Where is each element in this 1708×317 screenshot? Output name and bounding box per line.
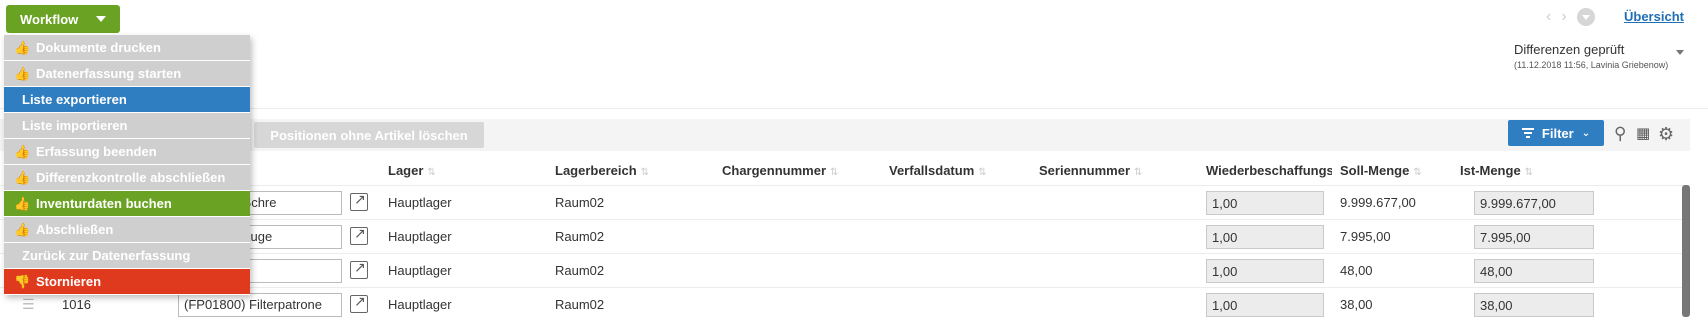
lagerbereich-cell: Raum02 — [555, 229, 605, 244]
lagerbereich-cell: Raum02 — [555, 195, 605, 210]
menu-item-stornieren[interactable]: 👎 Stornieren — [4, 269, 250, 295]
lager-cell: Hauptlager — [388, 263, 452, 278]
sort-icon: ⇅ — [830, 167, 839, 178]
lager-cell: Hauptlager — [388, 297, 452, 312]
menu-item-datenerfassung-starten[interactable]: 👍 Datenerfassung starten — [4, 61, 250, 87]
row-number: 1016 — [62, 297, 91, 312]
sort-icon: ⇅ — [978, 167, 987, 178]
wiederbeschaffung-field[interactable]: 1,00 — [1206, 191, 1324, 215]
gear-icon[interactable]: ⚙ — [1658, 124, 1674, 145]
column-header[interactable]: Wiederbeschaffungs — [1206, 163, 1332, 178]
menu-item-zurueck-datenerfassung[interactable]: Zurück zur Datenerfassung — [4, 243, 250, 269]
layers-icon: ☰ — [22, 296, 35, 312]
menu-item-dokumente-drucken[interactable]: 👍 Dokumente drucken — [4, 35, 250, 61]
soll-menge-cell: 7.995,00 — [1340, 229, 1391, 244]
ist-menge-field[interactable]: 38,00 — [1474, 293, 1594, 317]
sort-icon: ⇅ — [1413, 167, 1422, 178]
table-header: Lager ⇅ Lagerbereich ⇅ Chargennummer ⇅ Verf… — [0, 155, 1690, 185]
menu-item-inventurdaten-buchen[interactable]: 👍 Inventurdaten buchen — [4, 191, 250, 217]
overview-link[interactable]: Übersicht — [1624, 9, 1684, 24]
lagerbereich-cell: Raum02 — [555, 297, 605, 312]
workflow-menu: 👍 Dokumente drucken 👍 Datenerfassung start… — [4, 35, 250, 295]
thumbs-up-icon: 👍 — [14, 65, 31, 81]
vertical-scrollbar[interactable] — [1682, 185, 1690, 317]
soll-menge-cell: 48,00 — [1340, 263, 1373, 278]
ist-menge-field[interactable]: 48,00 — [1474, 259, 1594, 283]
status-dropdown[interactable]: Differenzen geprüft (11.12.2018 11:56, L… — [1514, 42, 1668, 70]
sort-icon: ⇅ — [427, 167, 436, 178]
thumbs-down-icon: 👎 — [14, 273, 31, 289]
column-header[interactable]: Lagerbereich ⇅ — [555, 163, 649, 178]
table-row: ☰ 1016 (FP01800) Filterpatrone Hauptlage… — [0, 287, 1690, 317]
column-header[interactable]: Verfallsdatum ⇅ — [889, 163, 987, 178]
thumbs-up-icon: 👍 — [14, 221, 31, 237]
next-record-icon[interactable]: › — [1561, 8, 1566, 26]
sort-icon: ⇅ — [1524, 167, 1534, 178]
open-external-icon[interactable] — [350, 259, 368, 279]
previous-record-icon[interactable]: ‹ — [1546, 8, 1551, 26]
sort-icon: ⇅ — [640, 167, 650, 178]
record-navigation: ‹ › — [1546, 8, 1595, 26]
table-row: Butter01 Hauptlager Raum02 1,00 48,00 48… — [0, 253, 1690, 287]
thumbs-up-icon: 👍 — [14, 143, 31, 159]
filter-icon — [1521, 128, 1534, 138]
lagerbereich-cell: Raum02 — [555, 263, 605, 278]
excel-export-icon[interactable]: ▦ — [1636, 124, 1650, 142]
open-external-icon[interactable] — [350, 191, 368, 211]
menu-item-liste-importieren[interactable]: Liste importieren — [4, 113, 250, 139]
menu-item-differenzkontrolle[interactable]: 👍 Differenzkontrolle abschließen — [4, 165, 250, 191]
menu-item-liste-exportieren[interactable]: Liste exportieren — [4, 87, 250, 113]
column-header[interactable]: Chargennummer ⇅ — [722, 163, 838, 178]
column-header[interactable]: Lager ⇅ — [388, 163, 436, 178]
soll-menge-cell: 38,00 — [1340, 297, 1373, 312]
wiederbeschaffung-field[interactable]: 1,00 — [1206, 225, 1324, 249]
thumbs-up-icon: 👍 — [14, 39, 31, 55]
chevron-down-icon — [96, 16, 107, 22]
filter-button[interactable]: Filter ⌄ — [1508, 120, 1604, 146]
thumbs-up-icon: 👍 — [14, 169, 31, 185]
record-dropdown-icon[interactable] — [1576, 8, 1595, 26]
divider — [0, 108, 1708, 109]
chevron-down-icon: ⌄ — [1581, 127, 1591, 139]
menu-item-erfassung-beenden[interactable]: 👍 Erfassung beenden — [4, 139, 250, 165]
column-header[interactable]: Soll-Menge ⇅ — [1340, 163, 1422, 178]
sort-icon: ⇅ — [1134, 167, 1143, 178]
thumbs-up-icon: 👍 — [14, 195, 31, 211]
status-meta: (11.12.2018 11:56, Lavinia Griebenow) — [1514, 60, 1669, 70]
menu-item-abschliessen[interactable]: 👍 Abschließen — [4, 217, 250, 243]
open-external-icon[interactable] — [350, 293, 368, 313]
workflow-button[interactable]: Workflow — [6, 5, 120, 33]
soll-menge-cell: 9.999.677,00 — [1340, 195, 1416, 210]
table-row: omy 09-A Schre Hauptlager Raum02 1,00 9.… — [0, 185, 1690, 219]
delete-positions-button[interactable]: Positionen ohne Artikel löschen — [254, 122, 484, 148]
column-header[interactable]: Ist-Menge ⇅ — [1460, 163, 1533, 178]
status-title: Differenzen geprüft — [1514, 42, 1625, 57]
lager-cell: Hauptlager — [388, 195, 452, 210]
ist-menge-field[interactable]: 7.995,00 — [1474, 225, 1594, 249]
wiederbeschaffung-field[interactable]: 1,00 — [1206, 293, 1324, 317]
column-header[interactable]: Seriennummer ⇅ — [1039, 163, 1142, 178]
lager-cell: Hauptlager — [388, 229, 452, 244]
table-row: ont Blanc Kuge Hauptlager Raum02 1,00 7.… — [0, 219, 1690, 253]
filter-label: Filter — [1541, 125, 1574, 141]
ist-menge-field[interactable]: 9.999.677,00 — [1474, 191, 1594, 215]
article-field[interactable]: (FP01800) Filterpatrone — [178, 293, 342, 317]
search-icon[interactable]: ⚲ — [1614, 124, 1626, 144]
wiederbeschaffung-field[interactable]: 1,00 — [1206, 259, 1324, 283]
workflow-label: Workflow — [20, 11, 79, 27]
status-chevron-icon[interactable] — [1676, 50, 1684, 55]
open-external-icon[interactable] — [350, 225, 368, 245]
